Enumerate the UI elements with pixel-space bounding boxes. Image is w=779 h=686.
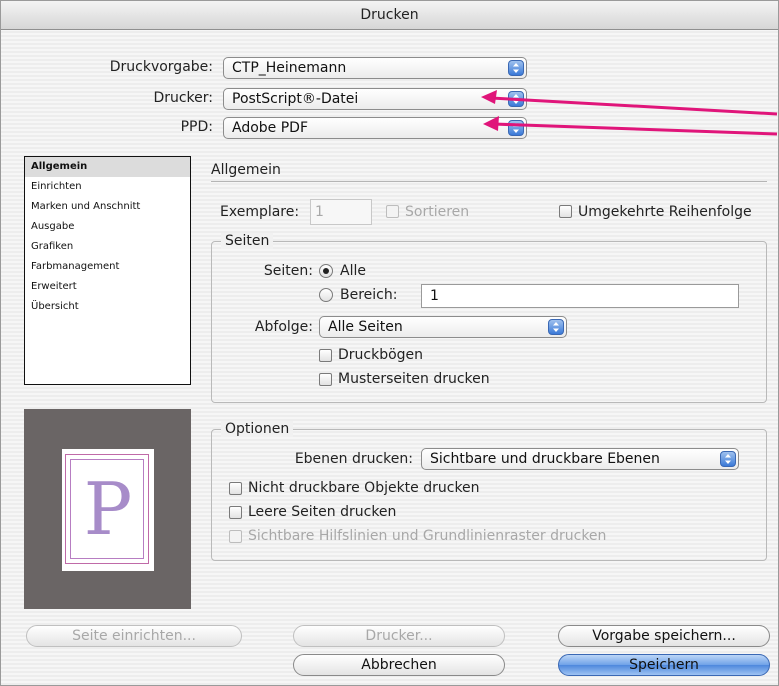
guides-label: Sichtbare Hilfslinien und Grundlinienras… — [248, 528, 607, 544]
page-preview: P — [24, 409, 191, 609]
sequence-popup[interactable]: Alle Seiten — [319, 316, 567, 338]
all-pages-label: Alle — [340, 263, 366, 279]
layers-value: Sichtbare und druckbare Ebenen — [430, 451, 660, 467]
sequence-value: Alle Seiten — [328, 319, 403, 335]
popup-arrows-icon — [548, 319, 564, 335]
category-item[interactable]: Übersicht — [25, 297, 190, 317]
collate-label: Sortieren — [405, 204, 470, 220]
category-item[interactable]: Grafiken — [25, 237, 190, 257]
preview-page: P — [62, 449, 154, 571]
arrow-line-ppd — [492, 122, 778, 136]
category-item[interactable]: Farbmanagement — [25, 257, 190, 277]
preset-popup[interactable]: CTP_Heinemann — [223, 57, 527, 79]
save-button[interactable]: Speichern — [558, 654, 770, 676]
popup-arrows-icon — [720, 451, 736, 467]
print-dialog: Drucken Druckvorgabe: CTP_Heinemann Druc… — [0, 0, 779, 686]
preset-label: Druckvorgabe: — [109, 59, 213, 75]
reverse-order-checkbox[interactable] — [559, 205, 572, 218]
nonprinting-objects-label: Nicht druckbare Objekte drucken — [248, 480, 480, 496]
popup-arrows-icon — [508, 60, 524, 76]
all-pages-radio[interactable] — [319, 264, 333, 278]
preset-value: CTP_Heinemann — [232, 60, 347, 76]
range-label: Bereich: — [340, 287, 398, 303]
save-preset-button[interactable]: Vorgabe speichern... — [558, 625, 770, 647]
arrow-head-printer — [481, 90, 497, 104]
reverse-order-label: Umgekehrte Reihenfolge — [578, 204, 752, 220]
printer-button[interactable]: Drucker... — [293, 625, 505, 647]
printer-value: PostScript®-Datei — [232, 91, 359, 107]
arrow-line-printer — [490, 96, 778, 116]
ppd-value: Adobe PDF — [232, 120, 309, 136]
category-list[interactable]: Allgemein Einrichten Marken und Anschnitt A… — [24, 156, 191, 385]
printer-label: Drucker: — [153, 90, 213, 106]
cancel-button[interactable]: Abbrechen — [293, 654, 505, 676]
annotation-arrows — [481, 90, 778, 136]
blank-pages-checkbox[interactable] — [229, 506, 242, 519]
category-item[interactable]: Marken und Anschnitt — [25, 197, 190, 217]
category-items: Allgemein Einrichten Marken und Anschnitt A… — [25, 157, 190, 317]
category-item[interactable]: Einrichten — [25, 177, 190, 197]
sequence-label: Abfolge: — [254, 319, 313, 335]
options-group-title: Optionen — [221, 421, 294, 437]
heading-divider — [211, 181, 767, 182]
category-item[interactable]: Ausgabe — [25, 217, 190, 237]
window-title: Drucken — [1, 1, 778, 30]
layers-label: Ebenen drucken: — [294, 451, 413, 467]
master-pages-checkbox[interactable] — [319, 373, 332, 386]
copies-label: Exemplare: — [220, 204, 300, 220]
preview-letter: P — [83, 467, 133, 551]
ppd-label: PPD: — [180, 119, 213, 135]
spreads-label: Druckbögen — [338, 347, 424, 363]
range-radio[interactable] — [319, 288, 333, 302]
pages-label: Seiten: — [263, 263, 313, 279]
collate-checkbox[interactable] — [386, 205, 399, 218]
radio-selected-dot — [323, 268, 329, 274]
range-field[interactable]: 1 — [421, 284, 739, 308]
spreads-checkbox[interactable] — [319, 349, 332, 362]
layers-popup[interactable]: Sichtbare und druckbare Ebenen — [421, 448, 739, 470]
category-item[interactable]: Allgemein — [25, 157, 190, 177]
pages-group-title: Seiten — [221, 233, 274, 249]
section-heading: Allgemein — [211, 162, 281, 178]
guides-checkbox[interactable] — [229, 530, 242, 543]
page-setup-button[interactable]: Seite einrichten... — [26, 625, 242, 647]
arrow-head-ppd — [483, 116, 499, 131]
copies-field[interactable]: 1 — [310, 199, 372, 225]
category-item[interactable]: Erweitert — [25, 277, 190, 297]
nonprinting-objects-checkbox[interactable] — [229, 482, 242, 495]
blank-pages-label: Leere Seiten drucken — [248, 504, 397, 520]
master-pages-label: Musterseiten drucken — [338, 371, 490, 387]
